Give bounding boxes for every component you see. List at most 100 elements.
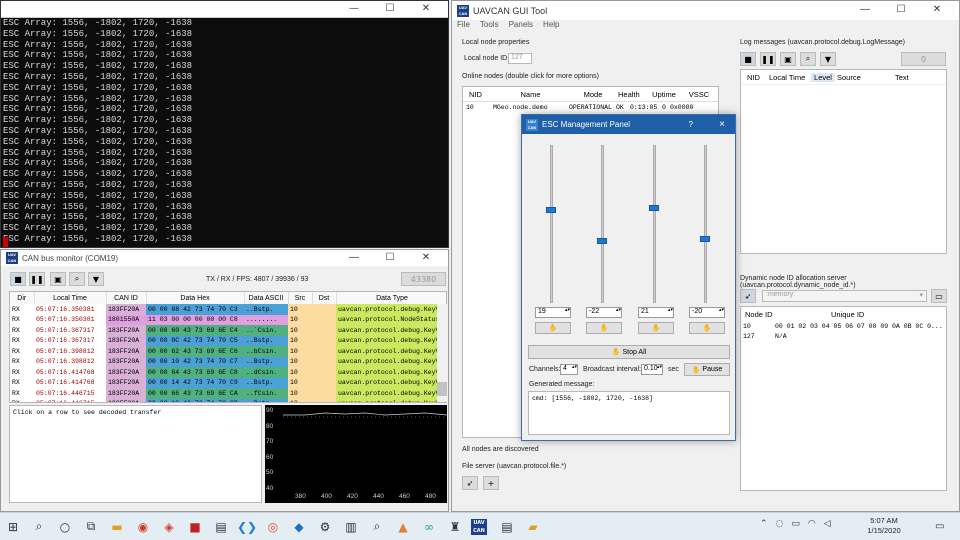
- table-row[interactable]: RX05:07:16.446715183FF20A00 00 18 42 73 …: [10, 398, 446, 402]
- close-icon[interactable]: ✕: [919, 4, 955, 15]
- minimize-icon[interactable]: —: [336, 252, 372, 263]
- menu-tools[interactable]: Tools: [480, 20, 499, 34]
- frame-counter[interactable]: 43380: [401, 272, 446, 286]
- table-row[interactable]: 127 N/A: [741, 331, 946, 341]
- scrollbar[interactable]: [437, 304, 447, 402]
- slider-thumb[interactable]: [700, 236, 710, 243]
- maximize-icon[interactable]: ☐: [372, 3, 408, 14]
- close-icon[interactable]: ✕: [408, 252, 444, 263]
- cortana-icon[interactable]: ○: [52, 515, 78, 539]
- esc-stop-button[interactable]: ✋: [586, 322, 622, 334]
- menu-help[interactable]: Help: [543, 20, 559, 34]
- pause-icon[interactable]: ❚❚: [29, 272, 45, 286]
- esc-slider[interactable]: [597, 145, 607, 303]
- esc-slider[interactable]: [546, 145, 556, 303]
- slider-thumb[interactable]: [649, 205, 659, 212]
- notifications-icon[interactable]: ▭: [935, 521, 944, 532]
- app-icon[interactable]: ▥: [338, 515, 364, 539]
- close-icon[interactable]: ✕: [408, 3, 444, 14]
- table-row[interactable]: RX 05:07:16.446715 183FF20A 00 00 66 43 73 …: [10, 388, 446, 399]
- search-icon[interactable]: ⌕: [800, 52, 816, 66]
- esc-stop-button[interactable]: ✋: [638, 322, 674, 334]
- store-icon[interactable]: ■: [182, 515, 208, 539]
- filter-icon[interactable]: ▼: [820, 52, 836, 66]
- maximize-icon[interactable]: ☐: [372, 252, 408, 263]
- trash-icon[interactable]: ▣: [50, 272, 66, 286]
- add-icon[interactable]: +: [483, 476, 499, 490]
- table-row[interactable]: 10 MGeo.node.demo OPERATIONAL OK 0:13:05…: [463, 102, 718, 113]
- vscode-icon[interactable]: ❮❯: [234, 515, 260, 539]
- app-icon[interactable]: ◈: [156, 515, 182, 539]
- esc-value-spinbox[interactable]: 21: [638, 307, 674, 318]
- esc-value-spinbox[interactable]: -20: [689, 307, 725, 318]
- app-icon[interactable]: ▰: [520, 515, 546, 539]
- esc-slider[interactable]: [649, 145, 659, 303]
- rocket-icon[interactable]: ➶: [462, 476, 478, 490]
- volume-icon[interactable]: ◁: [824, 519, 831, 529]
- folder-icon[interactable]: ▭: [931, 289, 947, 303]
- table-row[interactable]: RX 05:07:16.414768 183FF20A 00 00 64 43 73 …: [10, 367, 446, 378]
- chevron-up-icon[interactable]: ⌃: [760, 519, 768, 529]
- table-row[interactable]: RX 05:07:16.367317 183FF20A 00 00 0C 42 73 …: [10, 335, 446, 346]
- can-frames-table[interactable]: Dir Local Time CAN ID Data Hex Data ASCII Src…: [9, 291, 447, 403]
- terminal-icon[interactable]: ▤: [208, 515, 234, 539]
- esc-stop-button[interactable]: ✋: [535, 322, 571, 334]
- app-icon[interactable]: ◆: [286, 515, 312, 539]
- chrome-icon[interactable]: ◉: [130, 515, 156, 539]
- dyn-alloc-table[interactable]: Node ID Unique ID 10 00 01 02 03 04 05 0…: [740, 306, 947, 491]
- minimize-icon[interactable]: —: [336, 3, 372, 14]
- magnifier-icon[interactable]: ⌕: [364, 515, 390, 539]
- camera-icon[interactable]: ■: [740, 52, 756, 66]
- slider-thumb[interactable]: [546, 206, 556, 213]
- search-icon[interactable]: ⌕: [26, 515, 52, 539]
- table-row[interactable]: RX 05:07:16.350381 183FF20A 00 00 08 42 73 …: [10, 304, 446, 315]
- rocket-icon[interactable]: ➶: [740, 289, 756, 303]
- camera-icon[interactable]: ■: [10, 272, 26, 286]
- traffic-plot[interactable]: 90 80 70 60 50 40 380 400 420 440 460 480: [265, 405, 448, 503]
- table-row[interactable]: RX 05:07:16.414768 183FF20A 00 00 14 42 73 …: [10, 377, 446, 388]
- scrollbar-thumb[interactable]: [437, 382, 447, 396]
- stop-all-button[interactable]: ✋ Stop All: [528, 345, 730, 359]
- app-icon[interactable]: ▤: [494, 515, 520, 539]
- wifi-icon[interactable]: ◠: [808, 519, 816, 529]
- arduino-icon[interactable]: ∞: [416, 515, 442, 539]
- broadcast-spinbox[interactable]: 0.10: [641, 364, 663, 375]
- app-icon[interactable]: ▲: [390, 515, 416, 539]
- windows-start-icon[interactable]: ⊞: [0, 515, 26, 539]
- settings-icon[interactable]: ⚙: [312, 515, 338, 539]
- slider-thumb[interactable]: [597, 237, 607, 244]
- table-row[interactable]: RX 05:07:16.350381 1801550A 11 03 00 00 00 …: [10, 314, 446, 325]
- close-icon[interactable]: ×: [719, 119, 725, 130]
- pause-button[interactable]: ✋ Pause: [684, 363, 730, 376]
- esc-value-spinbox[interactable]: 19: [535, 307, 571, 318]
- ubuntu-icon[interactable]: ◎: [260, 515, 286, 539]
- app-icon[interactable]: ♜: [442, 515, 468, 539]
- battery-icon[interactable]: ▭: [791, 519, 800, 529]
- log-counter[interactable]: 0: [901, 52, 946, 66]
- filter-icon[interactable]: ▼: [88, 272, 104, 286]
- clock[interactable]: 5:07 AM 1/15/2020: [862, 516, 906, 536]
- channels-spinbox[interactable]: 4: [560, 364, 578, 375]
- esc-slider[interactable]: [700, 145, 710, 303]
- pause-icon[interactable]: ❚❚: [760, 52, 776, 66]
- local-node-id-field[interactable]: 127: [508, 53, 532, 64]
- dyn-db-select[interactable]: :memory: ▾: [762, 290, 927, 302]
- menu-panels[interactable]: Panels: [509, 20, 533, 34]
- task-view-icon[interactable]: ⧉: [78, 515, 104, 539]
- trash-icon[interactable]: ▣: [780, 52, 796, 66]
- decoded-transfer-panel[interactable]: Click on a row to see decoded transfer: [9, 405, 262, 503]
- esc-stop-button[interactable]: ✋: [689, 322, 725, 334]
- minimize-icon[interactable]: —: [847, 4, 883, 15]
- maximize-icon[interactable]: ☐: [883, 4, 919, 15]
- uavcan-taskbar-icon[interactable]: UAV CAN: [468, 515, 494, 539]
- menu-file[interactable]: File: [457, 20, 470, 34]
- table-row[interactable]: RX 05:07:16.367317 183FF20A 00 00 60 43 73 …: [10, 325, 446, 336]
- search-icon[interactable]: ⌕: [69, 272, 85, 286]
- table-row[interactable]: RX 05:07:16.398812 183FF20A 00 00 10 42 73 …: [10, 356, 446, 367]
- network-icon[interactable]: ◌: [776, 519, 784, 529]
- log-table[interactable]: NID Local Time Level Source Text: [740, 69, 947, 254]
- table-row[interactable]: RX 05:07:16.398812 183FF20A 00 00 62 43 73 …: [10, 346, 446, 357]
- esc-value-spinbox[interactable]: -22: [586, 307, 622, 318]
- file-explorer-icon[interactable]: ▬: [104, 515, 130, 539]
- help-icon[interactable]: ?: [689, 120, 693, 129]
